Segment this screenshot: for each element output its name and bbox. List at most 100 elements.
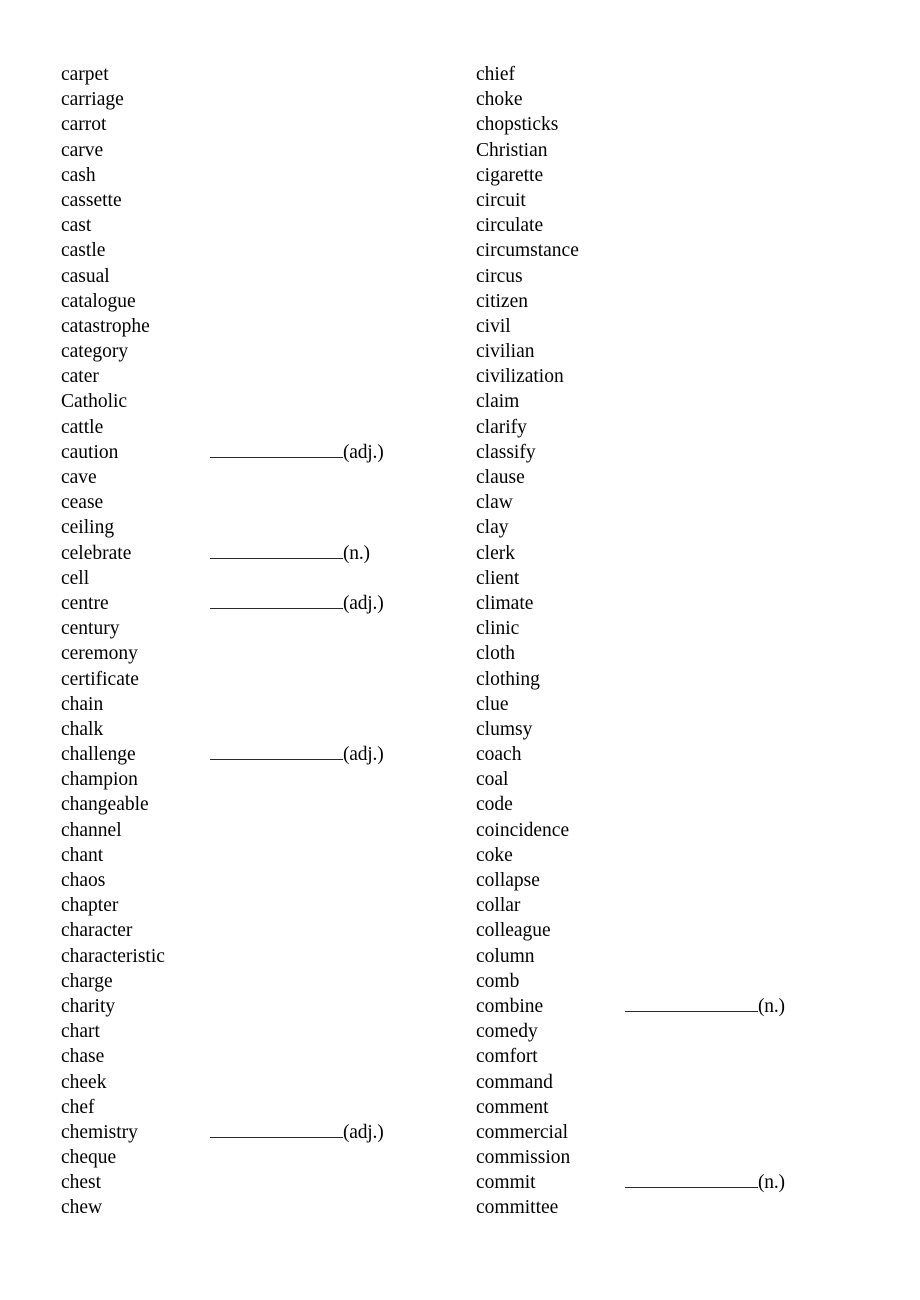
answer-blank-line[interactable] (210, 541, 343, 559)
word-row: coach (476, 742, 836, 767)
answer-slot[interactable]: (n.) (625, 1170, 785, 1195)
answer-slot[interactable]: (adj.) (210, 742, 384, 767)
vocabulary-word: clue (476, 693, 509, 715)
word-row: centre (adj.) (61, 591, 421, 616)
word-row: clarify (476, 415, 836, 440)
answer-slot[interactable]: (adj.) (210, 440, 384, 465)
vocabulary-word: centre (61, 592, 109, 614)
word-row: cloth (476, 641, 836, 666)
vocabulary-word: circulate (476, 215, 544, 237)
part-of-speech-tag: (adj.) (343, 592, 384, 614)
vocabulary-word: circuit (476, 189, 526, 211)
answer-slot[interactable]: (adj.) (210, 591, 384, 616)
word-row: combine (n.) (476, 994, 836, 1019)
part-of-speech-tag: (adj.) (343, 441, 384, 463)
vocabulary-word: collar (476, 895, 521, 917)
word-row: cheque (61, 1145, 421, 1170)
vocabulary-word: characteristic (61, 945, 165, 967)
vocabulary-word: clarify (476, 416, 527, 438)
answer-slot[interactable]: (n.) (210, 541, 370, 566)
word-row: caution (adj.) (61, 440, 421, 465)
word-row: cave (61, 465, 421, 490)
vocabulary-word: caution (61, 441, 119, 463)
vocabulary-word: champion (61, 769, 138, 791)
vocabulary-word: civil (476, 315, 511, 337)
word-row: classify (476, 440, 836, 465)
word-row: choke (476, 87, 836, 112)
vocabulary-word: catalogue (61, 290, 136, 312)
vocabulary-word: ceremony (61, 643, 138, 665)
word-row: clothing (476, 667, 836, 692)
vocabulary-word: cloth (476, 643, 515, 665)
answer-blank-line[interactable] (625, 1170, 758, 1189)
vocabulary-word: choke (476, 89, 523, 111)
word-row: chart (61, 1019, 421, 1044)
word-row: client (476, 566, 836, 591)
vocabulary-word: category (61, 341, 129, 363)
answer-blank-line[interactable] (210, 1120, 343, 1138)
word-row: ceiling (61, 515, 421, 540)
vocabulary-word: coal (476, 769, 509, 791)
word-row: citizen (476, 289, 836, 314)
vocabulary-word: chain (61, 693, 104, 715)
vocabulary-word: cater (61, 366, 99, 388)
vocabulary-word: chef (61, 1096, 95, 1118)
word-row: carve (61, 138, 421, 163)
word-row: chaos (61, 868, 421, 893)
vocabulary-word: chief (476, 64, 515, 85)
vocabulary-word: code (476, 794, 513, 816)
vocabulary-word: changeable (61, 794, 149, 816)
word-row: clumsy (476, 717, 836, 742)
word-row: catalogue (61, 289, 421, 314)
vocabulary-word: coke (476, 844, 513, 866)
word-row: climate (476, 591, 836, 616)
word-column-left: carpet carriage carrot carve cash cassette cas… (61, 62, 421, 1221)
word-row: commercial (476, 1120, 836, 1145)
word-row: collapse (476, 868, 836, 893)
answer-blank-line[interactable] (625, 994, 758, 1012)
vocabulary-word: colleague (476, 920, 551, 942)
answer-slot[interactable]: (adj.) (210, 1120, 384, 1145)
vocabulary-word: clay (476, 517, 509, 539)
answer-slot[interactable]: (n.) (625, 994, 785, 1019)
worksheet-page: carpet carriage carrot carve cash cassette cas… (0, 0, 920, 1300)
vocabulary-word: client (476, 567, 520, 589)
word-row: coincidence (476, 818, 836, 843)
word-row: code (476, 792, 836, 817)
vocabulary-word: chew (61, 1197, 103, 1219)
word-row: chant (61, 843, 421, 868)
word-row: civilian (476, 339, 836, 364)
vocabulary-word: chant (61, 844, 104, 866)
vocabulary-word: charge (61, 970, 113, 992)
answer-blank-line[interactable] (210, 591, 343, 609)
word-row: cater (61, 364, 421, 389)
vocabulary-word: collapse (476, 870, 540, 891)
word-row: committee (476, 1195, 836, 1220)
word-row: clause (476, 465, 836, 490)
vocabulary-word: castle (61, 240, 106, 262)
word-row: cash (61, 163, 421, 188)
vocabulary-word: civilian (476, 341, 535, 363)
word-row: clue (476, 692, 836, 717)
word-row: commit (n.) (476, 1170, 836, 1195)
vocabulary-word: character (61, 920, 133, 942)
vocabulary-word: Catholic (61, 391, 128, 413)
part-of-speech-tag: (n.) (343, 542, 370, 564)
vocabulary-word: ceiling (61, 517, 115, 539)
word-row: chief (476, 62, 836, 87)
word-row: chew (61, 1195, 421, 1220)
word-row: comb (476, 969, 836, 994)
vocabulary-word: combine (476, 995, 544, 1017)
word-row: circumstance (476, 238, 836, 263)
vocabulary-word: chopsticks (476, 114, 559, 136)
word-row: charity (61, 994, 421, 1019)
answer-blank-line[interactable] (210, 440, 343, 458)
vocabulary-word: comfort (476, 1046, 538, 1068)
word-row: colleague (476, 918, 836, 943)
vocabulary-word: commit (476, 1172, 536, 1194)
word-row: century (61, 616, 421, 641)
vocabulary-word: citizen (476, 290, 528, 312)
answer-blank-line[interactable] (210, 742, 343, 761)
vocabulary-word: commercial (476, 1121, 569, 1143)
vocabulary-word: carpet (61, 64, 109, 85)
